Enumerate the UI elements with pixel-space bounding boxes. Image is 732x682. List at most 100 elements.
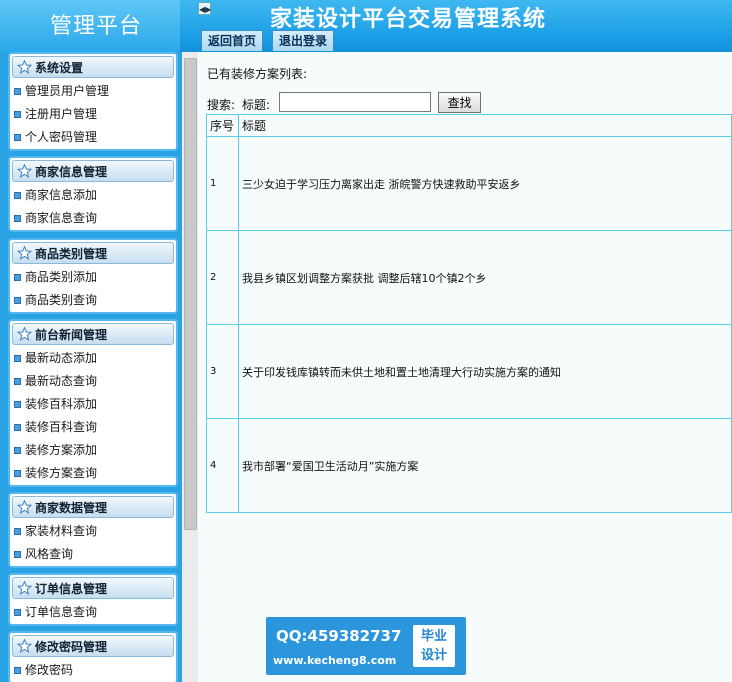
row-title[interactable]: 我县乡镇区划调整方案获批 调整后辖10个镇2个乡 [238, 230, 732, 325]
search-label: 搜索: [207, 98, 236, 112]
sidebar-menu-label: 个人密码管理 [25, 130, 98, 144]
sidebar-panel: 商家数据管理家装材料查询风格查询 [8, 492, 178, 568]
row-title[interactable]: 关于印发钱库镇转而未供土地和置土地清理大行动实施方案的通知 [238, 324, 732, 419]
main-content: 已有装修方案列表: 搜索: 标题: 查找 序号 标题 1 三少女迫于学习压力离家出… [198, 52, 732, 682]
sidebar-toggle-button[interactable]: ◀▶ [198, 2, 211, 15]
bullet-icon [14, 609, 21, 616]
search-input[interactable] [279, 92, 431, 112]
table-row: 3 关于印发钱库镇转而未供土地和置土地清理大行动实施方案的通知 [206, 324, 732, 419]
sidebar-menu-item[interactable]: 装修方案查询 [10, 462, 176, 485]
sidebar: 系统设置管理员用户管理注册用户管理 个人密码管理商家信息管理商家信息添加商家信息查… [0, 52, 182, 682]
bullet-icon [14, 355, 21, 362]
title-label: 标题: [242, 98, 271, 112]
sidebar-panel-header[interactable]: 商家信息管理 [12, 160, 174, 182]
sidebar-menu-item[interactable]: 家装材料查询 [10, 520, 176, 543]
row-title[interactable]: 我市部署“爱国卫生活动月”实施方案 [238, 418, 732, 513]
sidebar-scrollbar[interactable] [182, 52, 198, 682]
watermark-banner: QQ:459382737 www.kecheng8.com 毕业 设计 [266, 617, 466, 675]
column-header-no: 序号 [206, 114, 239, 137]
sidebar-menu-item[interactable]: 订单信息查询 [10, 601, 176, 624]
watermark-qq: QQ:459382737 [276, 627, 402, 645]
star-icon [17, 500, 32, 514]
tab-home[interactable]: 返回首页 [201, 30, 264, 51]
sidebar-menu-label: 商家信息查询 [25, 211, 98, 225]
sidebar-panel-header[interactable]: 订单信息管理 [12, 577, 174, 599]
bullet-icon [14, 528, 21, 535]
tab-logout[interactable]: 退出登录 [272, 30, 335, 51]
brand-title: 管理平台 [50, 14, 143, 39]
sidebar-menu-item[interactable]: 商品类别查询 [10, 289, 176, 312]
sidebar-menu-item[interactable]: 注册用户管理 [10, 103, 176, 126]
sidebar-menu-item[interactable]: 商家信息查询 [10, 207, 176, 230]
bullet-icon [14, 551, 21, 558]
column-header-title: 标题 [238, 114, 732, 137]
row-number: 2 [206, 230, 239, 325]
sidebar-menu-label: 装修百科添加 [25, 397, 98, 411]
sidebar-panel-header[interactable]: 商品类别管理 [12, 242, 174, 264]
sidebar-panel-title: 修改密码管理 [35, 640, 108, 654]
star-icon [17, 60, 32, 74]
sidebar-panel: 商家信息管理商家信息添加商家信息查询 [8, 156, 178, 232]
sidebar-panel-header[interactable]: 商家数据管理 [12, 496, 174, 518]
star-icon [17, 639, 32, 653]
sidebar-panel-header[interactable]: 系统设置 [12, 56, 174, 78]
scrollbar-thumb[interactable] [184, 58, 197, 530]
table-header-row: 序号 标题 [206, 114, 732, 137]
system-title: 家装设计平台交易管理系统 [270, 6, 547, 32]
sidebar-menu-item[interactable]: 最新动态添加 [10, 347, 176, 370]
sidebar-menu-label: 商品类别查询 [25, 293, 98, 307]
table-row: 4 我市部署“爱国卫生活动月”实施方案 [206, 418, 732, 513]
bullet-icon [14, 192, 21, 199]
sidebar-menu-item[interactable]: 装修方案添加 [10, 439, 176, 462]
sidebar-menu-item[interactable]: 商家信息添加 [10, 184, 176, 207]
sidebar-panel-title: 前台新闻管理 [35, 328, 108, 342]
watermark-badge: 毕业 设计 [413, 625, 455, 667]
bullet-icon [14, 297, 21, 304]
sidebar-panel-header[interactable]: 修改密码管理 [12, 635, 174, 657]
sidebar-menu-item[interactable]: 商品类别添加 [10, 266, 176, 289]
watermark-badge-line1: 毕业 [420, 629, 447, 644]
table-row: 2 我县乡镇区划调整方案获批 调整后辖10个镇2个乡 [206, 230, 732, 325]
sidebar-menu-item[interactable]: 修改密码 [10, 659, 176, 682]
brand-area: 管理平台 [0, 0, 180, 52]
sidebar-menu-label: 注册用户管理 [25, 107, 98, 121]
sidebar-menu-item[interactable]: 最新动态查询 [10, 370, 176, 393]
bullet-icon [14, 134, 21, 141]
sidebar-menu-item[interactable]: 装修百科添加 [10, 393, 176, 416]
scheme-table: 序号 标题 1 三少女迫于学习压力离家出走 浙皖警方快速救助平安返乡 2 我县乡镇区划… [206, 114, 732, 513]
sidebar-panel-title: 系统设置 [35, 61, 84, 75]
sidebar-panel: 前台新闻管理最新动态添加 最新动态查询 装修百科添加 装修百科查询装修方案添加 装修方案… [8, 319, 178, 487]
sidebar-panel-header[interactable]: 前台新闻管理 [12, 323, 174, 345]
sidebar-menu-label: 订单信息查询 [25, 605, 98, 619]
bullet-icon [14, 424, 21, 431]
sidebar-menu-item[interactable]: 装修百科查询 [10, 416, 176, 439]
sidebar-menu-label: 修改密码 [25, 663, 74, 677]
sidebar-menu-label: 最新动态添加 [25, 351, 98, 365]
star-icon [17, 581, 32, 595]
sidebar-menu-item[interactable]: 个人密码管理 [10, 126, 176, 149]
bullet-icon [14, 274, 21, 281]
star-icon [17, 246, 32, 260]
sidebar-menu-label: 最新动态查询 [25, 374, 98, 388]
bullet-icon [14, 401, 21, 408]
sidebar-menu-label: 家装材料查询 [25, 524, 98, 538]
bullet-icon [14, 215, 21, 222]
sidebar-panel-title: 商品类别管理 [35, 247, 108, 261]
sidebar-menu-label: 装修百科查询 [25, 420, 98, 434]
star-icon [17, 327, 32, 341]
bullet-icon [14, 111, 21, 118]
sidebar-panel-title: 商家信息管理 [35, 165, 108, 179]
row-number: 3 [206, 324, 239, 419]
watermark-site: www.kecheng8.com [273, 654, 397, 667]
bullet-icon [14, 667, 21, 674]
watermark-badge-line2: 设计 [420, 648, 447, 663]
sidebar-menu-item[interactable]: 管理员用户管理 [10, 80, 176, 103]
bullet-icon [14, 378, 21, 385]
row-title[interactable]: 三少女迫于学习压力离家出走 浙皖警方快速救助平安返乡 [238, 136, 732, 231]
table-row: 1 三少女迫于学习压力离家出走 浙皖警方快速救助平安返乡 [206, 136, 732, 231]
list-heading: 已有装修方案列表: [207, 67, 308, 81]
sidebar-menu-label: 商品类别添加 [25, 270, 98, 284]
sidebar-menu-item[interactable]: 风格查询 [10, 543, 176, 566]
sidebar-panel: 订单信息管理订单信息查询 [8, 573, 178, 626]
search-button[interactable]: 查找 [438, 92, 481, 113]
